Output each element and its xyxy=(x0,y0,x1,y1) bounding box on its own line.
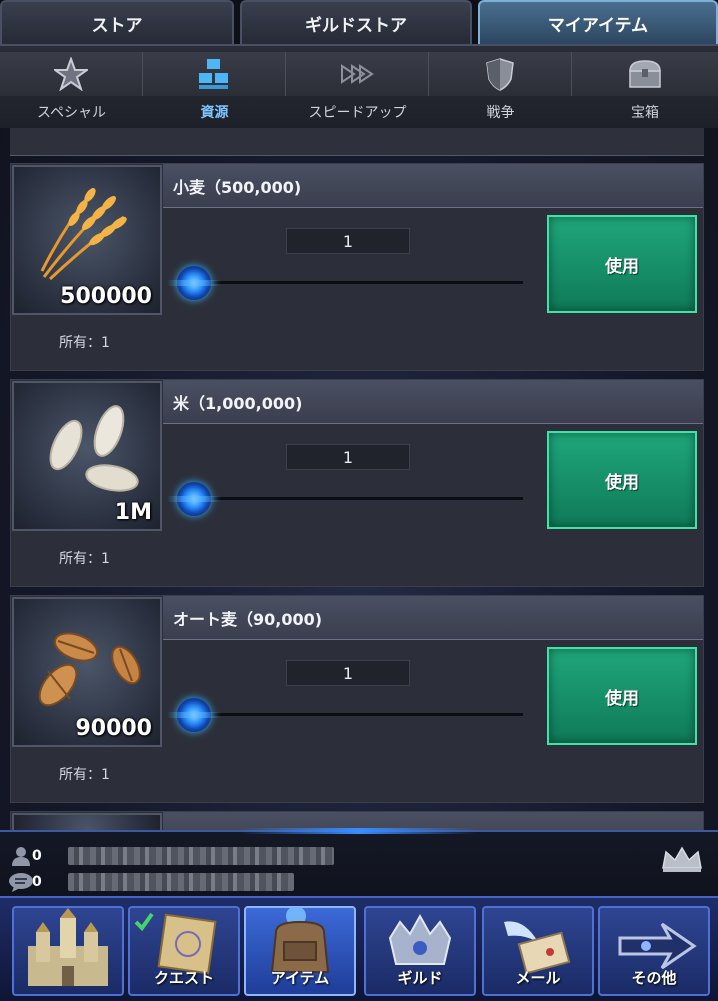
owned-count: 所有：1 xyxy=(59,551,110,567)
use-button[interactable]: 使用 xyxy=(547,647,697,745)
category-label: スピードアップ xyxy=(308,105,407,121)
category-chest[interactable]: 宝箱 xyxy=(572,46,718,130)
crown-icon[interactable] xyxy=(660,844,704,874)
nav-label: メール xyxy=(515,969,561,987)
app-root: ストア ギルドストア マイアイテム スペシャル 資源 スピードアップ 戦争 宝箱… xyxy=(0,0,718,1001)
list-item: 500000 所有：1 小麦（500,000) 1 使用 xyxy=(10,163,704,371)
quantity-slider-knob[interactable] xyxy=(167,698,221,732)
nav-other[interactable]: その他 xyxy=(598,906,710,996)
item-amount: 90000 xyxy=(75,716,152,741)
star-icon xyxy=(0,52,143,96)
rice-icon: 1M xyxy=(12,381,162,531)
guild-member-row: 0 xyxy=(6,844,406,868)
use-button[interactable]: 使用 xyxy=(547,431,697,529)
quantity-slider-track[interactable] xyxy=(191,281,523,284)
redacted-text xyxy=(68,847,334,865)
redacted-text xyxy=(68,873,294,891)
bottom-nav: クエスト アイテム ギルド メール その他 xyxy=(0,896,718,1001)
chat-bubble-icon xyxy=(9,873,33,892)
member-count: 0 xyxy=(32,848,42,864)
nav-label: その他 xyxy=(631,969,677,987)
category-label: 資源 xyxy=(200,105,229,121)
store-tabs: ストア ギルドストア マイアイテム xyxy=(0,0,718,44)
category-special[interactable]: スペシャル xyxy=(0,46,143,130)
divider-glow xyxy=(240,828,476,834)
quantity-slider-track[interactable] xyxy=(191,497,523,500)
chest-icon xyxy=(572,52,718,96)
boxes-icon xyxy=(143,52,286,96)
item-thumbnail xyxy=(12,813,162,830)
chat-status-bar[interactable]: 0 0 xyxy=(0,828,718,896)
nav-guild[interactable]: ギルド xyxy=(364,906,476,996)
owned-count: 所有：1 xyxy=(59,767,110,783)
person-icon xyxy=(12,847,30,866)
category-label: 戦争 xyxy=(486,105,515,121)
category-war[interactable]: 戦争 xyxy=(429,46,572,130)
chat-message-row: 0 xyxy=(6,870,406,894)
previous-item-card-edge xyxy=(10,128,704,156)
fast-forward-icon xyxy=(286,52,429,96)
nav-label: ギルド xyxy=(397,969,443,987)
item-title: 小麦（500,000) xyxy=(163,164,703,208)
use-button[interactable]: 使用 xyxy=(547,215,697,313)
category-resources[interactable]: 資源 xyxy=(143,46,286,130)
category-speedup[interactable]: スピードアップ xyxy=(286,46,429,130)
list-item: 1M 所有：1 米（1,000,000) 1 使用 xyxy=(10,379,704,587)
item-title: 米（1,000,000) xyxy=(163,380,703,424)
owned-count: 所有：1 xyxy=(59,335,110,351)
category-label: スペシャル xyxy=(36,105,107,121)
category-label: 宝箱 xyxy=(631,105,659,121)
oat-icon: 90000 xyxy=(12,597,162,747)
quantity-display: 1 xyxy=(286,660,410,686)
nav-castle[interactable] xyxy=(12,906,124,996)
tab-guild-store[interactable]: ギルドストア xyxy=(240,0,472,44)
tab-store[interactable]: ストア xyxy=(0,0,234,44)
nav-items[interactable]: アイテム xyxy=(244,906,356,996)
nav-quest[interactable]: クエスト xyxy=(128,906,240,996)
item-title: オート麦（90,000) xyxy=(163,596,703,640)
nav-mail[interactable]: メール xyxy=(482,906,594,996)
wheat-icon: 500000 xyxy=(12,165,162,315)
item-amount: 500000 xyxy=(60,284,152,309)
shield-icon xyxy=(429,52,572,96)
castle-icon xyxy=(28,908,108,986)
list-item: 90000 所有：1 オート麦（90,000) 1 使用 xyxy=(10,595,704,803)
tab-my-items[interactable]: マイアイテム xyxy=(478,0,718,44)
nav-label: クエスト xyxy=(153,969,214,987)
quantity-display: 1 xyxy=(286,444,410,470)
quantity-slider-knob[interactable] xyxy=(167,266,221,300)
quantity-slider-knob[interactable] xyxy=(167,482,221,516)
item-list[interactable]: 500000 所有：1 小麦（500,000) 1 使用 1M 所有：1 米（1… xyxy=(0,128,718,830)
nav-label: アイテム xyxy=(270,969,330,987)
item-amount: 1M xyxy=(114,500,152,525)
message-count: 0 xyxy=(32,874,42,890)
quantity-slider-track[interactable] xyxy=(191,713,523,716)
category-bar: スペシャル 資源 スピードアップ 戦争 宝箱 xyxy=(0,44,718,128)
quantity-display: 1 xyxy=(286,228,410,254)
